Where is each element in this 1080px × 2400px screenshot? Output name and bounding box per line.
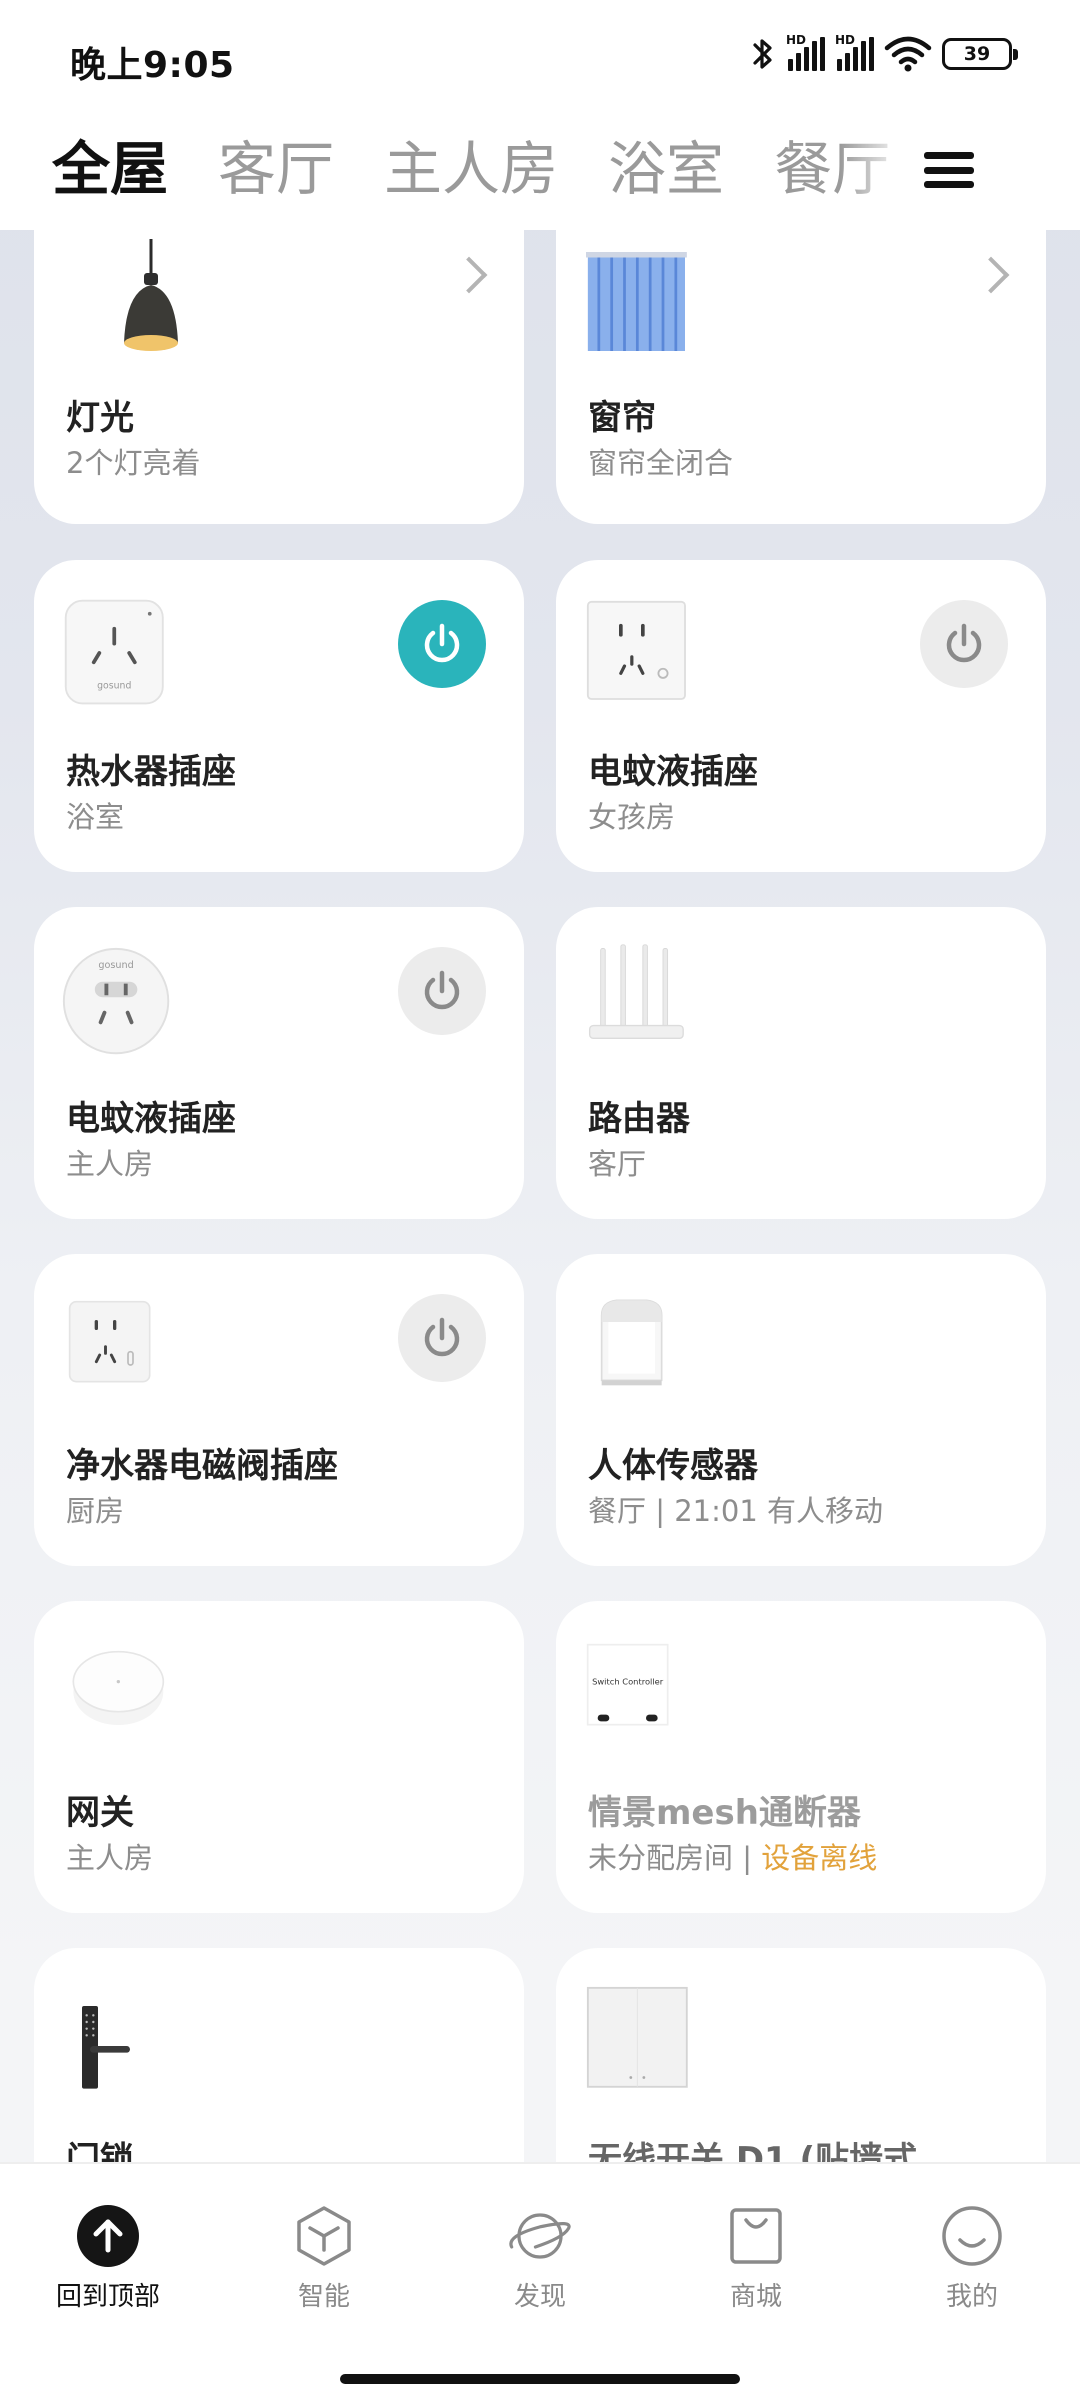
- tab-master-bedroom[interactable]: 主人房: [384, 124, 558, 214]
- device-card-lights[interactable]: 灯光 2个灯亮着: [34, 212, 524, 524]
- socket-icon: gosund: [64, 599, 164, 705]
- device-name: 热水器插座: [66, 752, 236, 792]
- round-plug-icon: gosund: [62, 947, 170, 1055]
- shopping-bag-icon: [724, 2204, 788, 2268]
- nav-store[interactable]: 商城: [676, 2204, 836, 2313]
- device-name: 灯光: [66, 398, 134, 438]
- device-room: 主人房: [66, 1841, 154, 1875]
- device-room: 女孩房: [588, 800, 676, 834]
- arrow-up-icon: [76, 2204, 140, 2268]
- device-card-router[interactable]: 路由器 客厅: [556, 907, 1046, 1219]
- tab-bathroom[interactable]: 浴室: [608, 124, 724, 214]
- device-status: 餐厅 | 21:01 有人移动: [588, 1494, 883, 1528]
- device-card-curtains[interactable]: 窗帘 窗帘全闭合: [556, 212, 1046, 524]
- device-name: 电蚊液插座: [66, 1099, 236, 1139]
- power-toggle-off[interactable]: [398, 1294, 486, 1382]
- home-indicator[interactable]: [340, 2374, 740, 2384]
- cube-icon: [292, 2204, 356, 2268]
- motion-sensor-icon: [600, 1299, 663, 1386]
- pendant-lamp-icon: [124, 239, 178, 351]
- device-room: 浴室: [66, 800, 125, 834]
- router-icon: [588, 944, 684, 1040]
- device-name: 净水器电磁阀插座: [66, 1446, 338, 1486]
- tab-living-room[interactable]: 客厅: [218, 124, 334, 214]
- power-toggle-off[interactable]: [398, 947, 486, 1035]
- switch-controller-icon: Switch Controller: [586, 1643, 669, 1726]
- device-status: 窗帘全闭合: [588, 446, 734, 480]
- device-name: 情景mesh通断器: [588, 1793, 861, 1833]
- power-icon: [946, 623, 982, 663]
- power-icon: [424, 970, 460, 1010]
- device-room: 厨房: [66, 1494, 125, 1528]
- menu-button[interactable]: [924, 146, 974, 194]
- status-icons: HD HD 39: [750, 33, 1018, 74]
- device-card-water-heater-socket[interactable]: gosund 热水器插座 浴室: [34, 560, 524, 872]
- signal-hd-icon: HD: [835, 33, 874, 71]
- nav-label: 我的: [945, 2282, 998, 2312]
- device-card-mesh-switch[interactable]: Switch Controller 情景mesh通断器 未分配房间 | 设备离线: [556, 1601, 1046, 1913]
- bottom-nav: 回到顶部 智能 发现 商城 我的: [0, 2162, 1080, 2400]
- device-room: 未分配房间 |: [588, 1841, 762, 1875]
- nav-label: 回到顶部: [55, 2282, 160, 2312]
- device-name: 电蚊液插座: [588, 752, 758, 792]
- status-bar: 晚上9:05 HD HD 39: [0, 0, 1080, 110]
- bluetooth-icon: [753, 39, 772, 69]
- wifi-icon: [884, 36, 932, 72]
- device-name: 网关: [66, 1793, 134, 1833]
- menu-icon: [924, 152, 974, 159]
- device-card-gateway[interactable]: 网关 主人房: [34, 1601, 524, 1913]
- device-name: 人体传感器: [588, 1446, 758, 1486]
- device-status: 2个灯亮着: [66, 446, 201, 480]
- device-name: 路由器: [588, 1099, 690, 1139]
- device-room: 主人房: [66, 1147, 154, 1181]
- brand-logo: gosund: [97, 680, 131, 691]
- nav-label: 智能: [297, 2282, 350, 2312]
- tab-whole-house[interactable]: 全屋: [52, 124, 168, 214]
- planet-icon: [508, 2204, 572, 2268]
- power-icon: [424, 623, 460, 663]
- power-toggle-on[interactable]: [398, 600, 486, 688]
- wireless-switch-icon: [586, 1986, 688, 2088]
- device-card-mosquito-socket-master-room[interactable]: gosund 电蚊液插座 主人房: [34, 907, 524, 1219]
- device-status: 未分配房间 | 设备离线: [588, 1835, 877, 1877]
- chevron-right-icon[interactable]: [972, 256, 1010, 294]
- room-tabs: 全屋 客厅 主人房 浴室 餐厅: [52, 124, 890, 214]
- battery-icon: 39: [942, 38, 1018, 70]
- switch-controller-label: Switch Controller: [592, 1677, 664, 1687]
- device-card-mosquito-socket-girl-room[interactable]: 电蚊液插座 女孩房: [556, 560, 1046, 872]
- wall-socket-icon: [68, 1300, 151, 1383]
- wall-socket-icon: [586, 600, 686, 700]
- device-name: 窗帘: [588, 398, 656, 438]
- device-room: 客厅: [588, 1147, 647, 1181]
- door-lock-icon: [82, 2006, 130, 2089]
- curtain-icon: [586, 252, 687, 351]
- nav-smart[interactable]: 智能: [244, 2204, 404, 2313]
- offline-status: 设备离线: [761, 1841, 878, 1875]
- signal-hd-icon: HD: [786, 33, 825, 71]
- power-toggle-off[interactable]: [920, 600, 1008, 688]
- device-card-motion-sensor[interactable]: 人体传感器 餐厅 | 21:01 有人移动: [556, 1254, 1046, 1566]
- power-icon: [424, 1317, 460, 1357]
- device-card-water-purifier-socket[interactable]: 净水器电磁阀插座 厨房: [34, 1254, 524, 1566]
- nav-back-to-top[interactable]: 回到顶部: [28, 2204, 188, 2313]
- smile-icon: [940, 2204, 1004, 2268]
- nav-discover[interactable]: 发现: [460, 2204, 620, 2313]
- nav-label: 发现: [513, 2282, 566, 2312]
- gateway-icon: [72, 1650, 165, 1725]
- brand-logo: gosund: [98, 960, 133, 971]
- nav-profile[interactable]: 我的: [892, 2204, 1052, 2313]
- chevron-right-icon[interactable]: [450, 256, 488, 294]
- nav-label: 商城: [729, 2282, 782, 2312]
- status-time: 晚上9:05: [70, 45, 235, 86]
